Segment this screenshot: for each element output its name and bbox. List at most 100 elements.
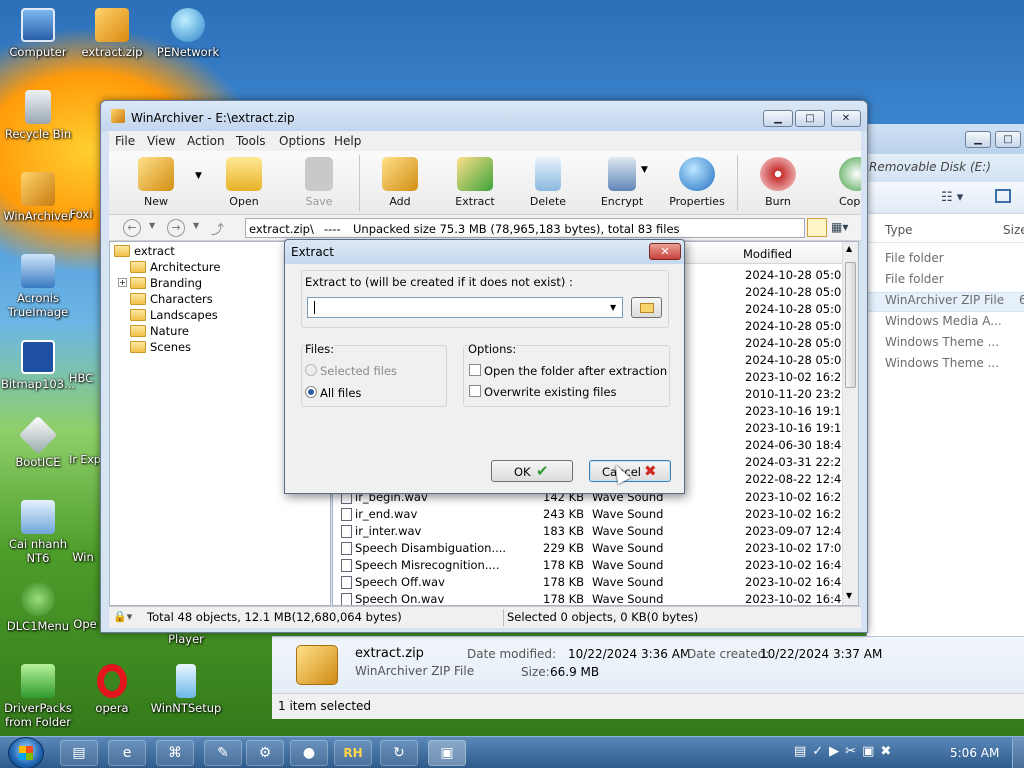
toolbar-properties-button[interactable]: Properties bbox=[662, 157, 732, 208]
path-field[interactable]: extract.zip\ ---- Unpacked size 75.3 MB … bbox=[245, 218, 805, 238]
encrypt-dropdown-arrow[interactable]: ▼ bbox=[641, 165, 648, 175]
explorer-row-type[interactable]: WinArchiver ZIP File bbox=[885, 293, 1004, 311]
column-header-size[interactable]: Size bbox=[1003, 223, 1024, 241]
menu-file[interactable]: File bbox=[115, 134, 135, 148]
history-dropdown-icon[interactable]: ▼ bbox=[193, 221, 199, 230]
taskbar-app-tool[interactable]: ⚙ bbox=[246, 740, 284, 766]
scroll-down-arrow[interactable]: ▼ bbox=[846, 591, 852, 600]
toolbar-delete-button[interactable]: Delete bbox=[513, 157, 583, 208]
scroll-thumb[interactable] bbox=[845, 262, 856, 388]
history-dropdown-icon[interactable]: ▼ bbox=[149, 221, 155, 230]
toolbar-burn-button[interactable]: Burn bbox=[743, 157, 813, 208]
explorer-row-type[interactable]: Windows Media A... bbox=[885, 314, 1002, 332]
taskbar-explorer[interactable]: ▤ bbox=[60, 740, 98, 766]
column-header-type[interactable]: Type bbox=[885, 223, 913, 241]
file-row[interactable]: Speech Disambiguation.... 229 KB Wave Soun… bbox=[333, 540, 849, 557]
taskbar-ie[interactable]: e bbox=[108, 740, 146, 766]
explorer-row-type[interactable]: File folder bbox=[885, 272, 944, 290]
toolbar-new-button[interactable]: New bbox=[121, 157, 191, 208]
tree-item-branding[interactable]: Branding bbox=[130, 276, 202, 290]
desktop-icon-penetwork[interactable]: PENetwork bbox=[150, 8, 226, 59]
file-row[interactable]: ir_inter.wav 183 KB Wave Sound 2023-09-07 1… bbox=[333, 523, 849, 540]
open-folder-checkbox[interactable] bbox=[469, 364, 481, 376]
extract-dialog[interactable]: Extract ✕ Extract to (will be created if… bbox=[284, 239, 685, 494]
tree-item-scenes[interactable]: Scenes bbox=[130, 340, 191, 354]
menu-help[interactable]: Help bbox=[334, 134, 361, 148]
minimize-button[interactable]: ▁ bbox=[763, 110, 793, 127]
show-desktop-button[interactable] bbox=[1012, 737, 1024, 768]
file-row[interactable]: ir_end.wav 243 KB Wave Sound 2023-10-02 16:… bbox=[333, 506, 849, 523]
scroll-up-arrow[interactable]: ▲ bbox=[846, 244, 852, 253]
all-files-radio[interactable] bbox=[305, 386, 317, 398]
view-options-icon[interactable]: ☷ ▾ bbox=[941, 190, 963, 205]
overwrite-checkbox[interactable] bbox=[469, 385, 481, 397]
explorer-header-line bbox=[867, 242, 1024, 243]
back-arrow-icon[interactable]: ← bbox=[123, 219, 141, 237]
desktop-icon-winntsetup[interactable]: WinNTSetup bbox=[148, 664, 224, 715]
toolbar-save-button[interactable]: Save bbox=[284, 157, 354, 208]
desktop-icon-recycle-bin[interactable]: Recycle Bin bbox=[0, 90, 76, 141]
view-mode-icon[interactable]: ▦▾ bbox=[831, 220, 848, 234]
tree-item-nature[interactable]: Nature bbox=[130, 324, 189, 338]
extract-path-combobox[interactable]: ▼ bbox=[307, 297, 623, 318]
selected-files-radio[interactable] bbox=[305, 364, 317, 376]
up-folder-icon[interactable]: ⤴ bbox=[211, 219, 224, 238]
explorer-window[interactable]: ▁ □ Removable Disk (E:) ☷ ▾ Type Size Fi… bbox=[866, 124, 1024, 636]
wave-file-icon bbox=[341, 525, 352, 538]
ok-button[interactable]: OK ✔ bbox=[491, 460, 573, 482]
browse-folder-button[interactable] bbox=[631, 297, 662, 318]
vertical-scrollbar[interactable]: ▲ ▼ bbox=[842, 242, 858, 605]
explorer-row-type[interactable]: Windows Theme ... bbox=[885, 356, 999, 374]
taskbar-app-utility[interactable]: ↻ bbox=[380, 740, 418, 766]
toolbar-copy-button[interactable]: Copy bbox=[815, 157, 861, 208]
cancel-button[interactable]: Cancel ✖ bbox=[589, 460, 671, 482]
explorer-minimize-button[interactable]: ▁ bbox=[965, 131, 991, 148]
taskbar-app-network[interactable]: ⌘ bbox=[156, 740, 194, 766]
taskbar-firefox[interactable]: ● bbox=[290, 740, 328, 766]
preview-pane-icon[interactable] bbox=[995, 189, 1011, 203]
close-button[interactable]: ✕ bbox=[831, 110, 861, 127]
tree-item-characters[interactable]: Characters bbox=[130, 292, 213, 306]
desktop-icon-opera[interactable]: opera bbox=[74, 664, 150, 715]
file-row[interactable]: Speech Off.wav 178 KB Wave Sound 2023-10-02… bbox=[333, 574, 849, 591]
start-button[interactable] bbox=[8, 737, 44, 768]
menu-action[interactable]: Action bbox=[187, 134, 225, 148]
file-row[interactable]: Speech On.wav 178 KB Wave Sound 2023-10-02 … bbox=[333, 591, 849, 605]
menu-options[interactable]: Options bbox=[279, 134, 325, 148]
file-row[interactable]: Speech Misrecognition.... 178 KB Wave Soun… bbox=[333, 557, 849, 574]
tray-icons[interactable]: ▤✓▶✂▣✖ bbox=[794, 744, 897, 759]
explorer-row-type[interactable]: Windows Theme ... bbox=[885, 335, 999, 353]
explorer-row-type[interactable]: File folder bbox=[885, 251, 944, 269]
modified-cell: 2022-08-22 12:46 bbox=[745, 472, 849, 486]
expand-plus-icon[interactable]: + bbox=[118, 278, 127, 287]
tree-item-architecture[interactable]: Architecture bbox=[130, 260, 220, 274]
menu-view[interactable]: View bbox=[147, 134, 175, 148]
taskbar-app-paint[interactable]: ✎ bbox=[204, 740, 242, 766]
desktop-icon-acronis[interactable]: Acronis TrueImage bbox=[0, 254, 76, 319]
taskbar-app-rh[interactable]: RH bbox=[334, 740, 372, 766]
tree-item-landscapes[interactable]: Landscapes bbox=[130, 308, 218, 322]
column-header-modified[interactable]: Modified bbox=[743, 247, 792, 261]
explorer-address-bar[interactable]: Removable Disk (E:) bbox=[867, 154, 1024, 182]
tree-root-extract[interactable]: extract bbox=[114, 244, 175, 258]
status-lock-icon[interactable]: 🔒▾ bbox=[113, 610, 132, 623]
toolbar-open-button[interactable]: Open bbox=[209, 157, 279, 208]
desktop-icon-driverpacks[interactable]: DriverPacks from Folder bbox=[0, 664, 76, 729]
folder-view-icon[interactable] bbox=[807, 218, 827, 237]
dialog-close-button[interactable]: ✕ bbox=[649, 243, 681, 260]
menu-tools[interactable]: Tools bbox=[236, 134, 266, 148]
toolbar-add-button[interactable]: Add bbox=[365, 157, 435, 208]
forward-arrow-icon[interactable]: → bbox=[167, 219, 185, 237]
file-type: Wave Sound bbox=[592, 575, 664, 589]
maximize-button[interactable]: □ bbox=[795, 110, 825, 127]
chevron-down-icon[interactable]: ▼ bbox=[610, 303, 616, 312]
taskbar-winarchiver[interactable]: ▣ bbox=[428, 740, 466, 766]
toolbar-extract-button[interactable]: Extract bbox=[440, 157, 510, 208]
new-dropdown-arrow[interactable]: ▼ bbox=[195, 171, 202, 181]
file-modified: 2023-10-02 16:47 bbox=[745, 592, 849, 606]
clock[interactable]: 5:06 AM bbox=[950, 746, 999, 760]
explorer-maximize-button[interactable]: □ bbox=[995, 131, 1021, 148]
file-size: 178 KB bbox=[543, 575, 585, 589]
desktop-icon-computer[interactable]: Computer bbox=[0, 8, 76, 59]
desktop-icon-extract-zip[interactable]: extract.zip bbox=[74, 8, 150, 59]
